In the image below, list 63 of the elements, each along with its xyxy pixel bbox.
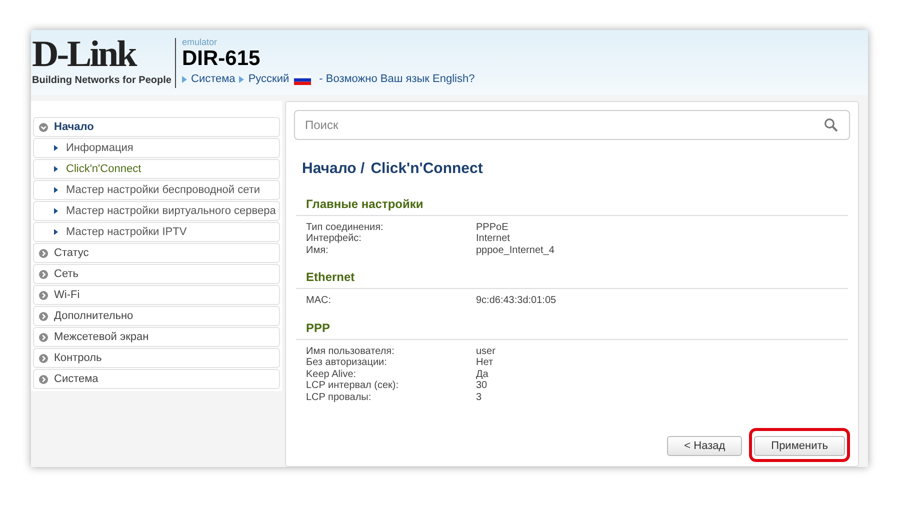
field-label: Keep Alive:: [306, 368, 358, 380]
header-link[interactable]: Система: [191, 71, 236, 88]
logo: D-Link: [32, 37, 136, 73]
header-link[interactable]: Русский: [248, 71, 290, 88]
chevron-right-icon: [39, 270, 48, 278]
section-title: PPP: [306, 320, 332, 336]
section-title: Главные настройки: [306, 196, 424, 212]
product-label: emulator: [182, 37, 218, 48]
section-title: Ethernet: [306, 269, 356, 286]
field-label: Без авторизации:: [306, 357, 388, 368]
page-title: Click'n'Connect: [370, 159, 483, 179]
chevron-right-icon: [54, 229, 58, 235]
field-value: user: [476, 346, 496, 357]
triangle-icon: [182, 76, 187, 83]
field-value: 9c:d6:43:3d:01:05: [476, 295, 556, 306]
chevron-down-icon: [39, 122, 48, 132]
menu-item[interactable]: Межсетевой экран: [33, 327, 280, 347]
field-label: LCP провалы:: [306, 392, 372, 403]
page-title: Начало /: [302, 159, 365, 179]
field-label: MAC:: [306, 295, 332, 306]
chevron-right-icon: [54, 145, 58, 151]
chevron-right-icon: [39, 312, 48, 320]
search-field[interactable]: Поиск: [294, 110, 850, 140]
chevron-right-icon: [39, 290, 48, 300]
submenu-item[interactable]: Click'n'Connect: [33, 159, 280, 179]
language-hint-link[interactable]: - Возможно Ваш язык English?: [319, 71, 475, 88]
field-label: Имя:: [306, 244, 330, 256]
menu-item[interactable]: Начало: [33, 117, 280, 137]
chevron-right-icon: [39, 332, 48, 342]
action-button[interactable]: < Назад: [667, 436, 742, 456]
flag-icon: [294, 74, 312, 84]
field-value: Internet: [476, 233, 510, 244]
triangle-icon: [239, 76, 244, 83]
submenu-item[interactable]: Мастер настройки беспроводной сети: [33, 180, 280, 200]
submenu-item[interactable]: Мастер настройки виртуального сервера: [33, 201, 280, 221]
chevron-right-icon: [39, 248, 48, 258]
menu-item[interactable]: Контроль: [33, 348, 280, 368]
field-value: Нет: [476, 357, 494, 368]
field-label: Имя пользователя:: [306, 346, 396, 357]
menu-item[interactable]: Система: [33, 369, 280, 389]
menu-item[interactable]: Сеть: [33, 264, 280, 284]
chevron-right-icon: [54, 166, 58, 172]
chevron-right-icon: [54, 187, 58, 193]
submenu-item[interactable]: Мастер настройки IPTV: [33, 222, 280, 242]
field-label: Интерфейс:: [306, 233, 362, 244]
field-label: Тип соединения:: [306, 222, 384, 233]
field-value: PPPoE: [476, 222, 508, 233]
field-value: Да: [476, 368, 488, 380]
tagline: Building Networks for People: [32, 74, 172, 88]
menu-item[interactable]: Wi-Fi: [33, 285, 280, 305]
field-value: pppoe_Internet_4: [476, 244, 554, 256]
field-value: 30: [476, 380, 488, 392]
field-label: LCP интервал (сек):: [306, 380, 400, 392]
menu-item[interactable]: Дополнительно: [33, 306, 280, 326]
search-icon: [824, 118, 838, 132]
menu-item[interactable]: Статус: [33, 243, 280, 263]
submenu-item[interactable]: Информация: [33, 138, 280, 158]
model-name: DIR-615: [182, 47, 262, 72]
chevron-right-icon: [39, 374, 48, 384]
chevron-right-icon: [54, 208, 58, 214]
field-value: 3: [476, 392, 482, 403]
action-button[interactable]: Применить: [754, 436, 845, 456]
chevron-right-icon: [39, 354, 48, 362]
